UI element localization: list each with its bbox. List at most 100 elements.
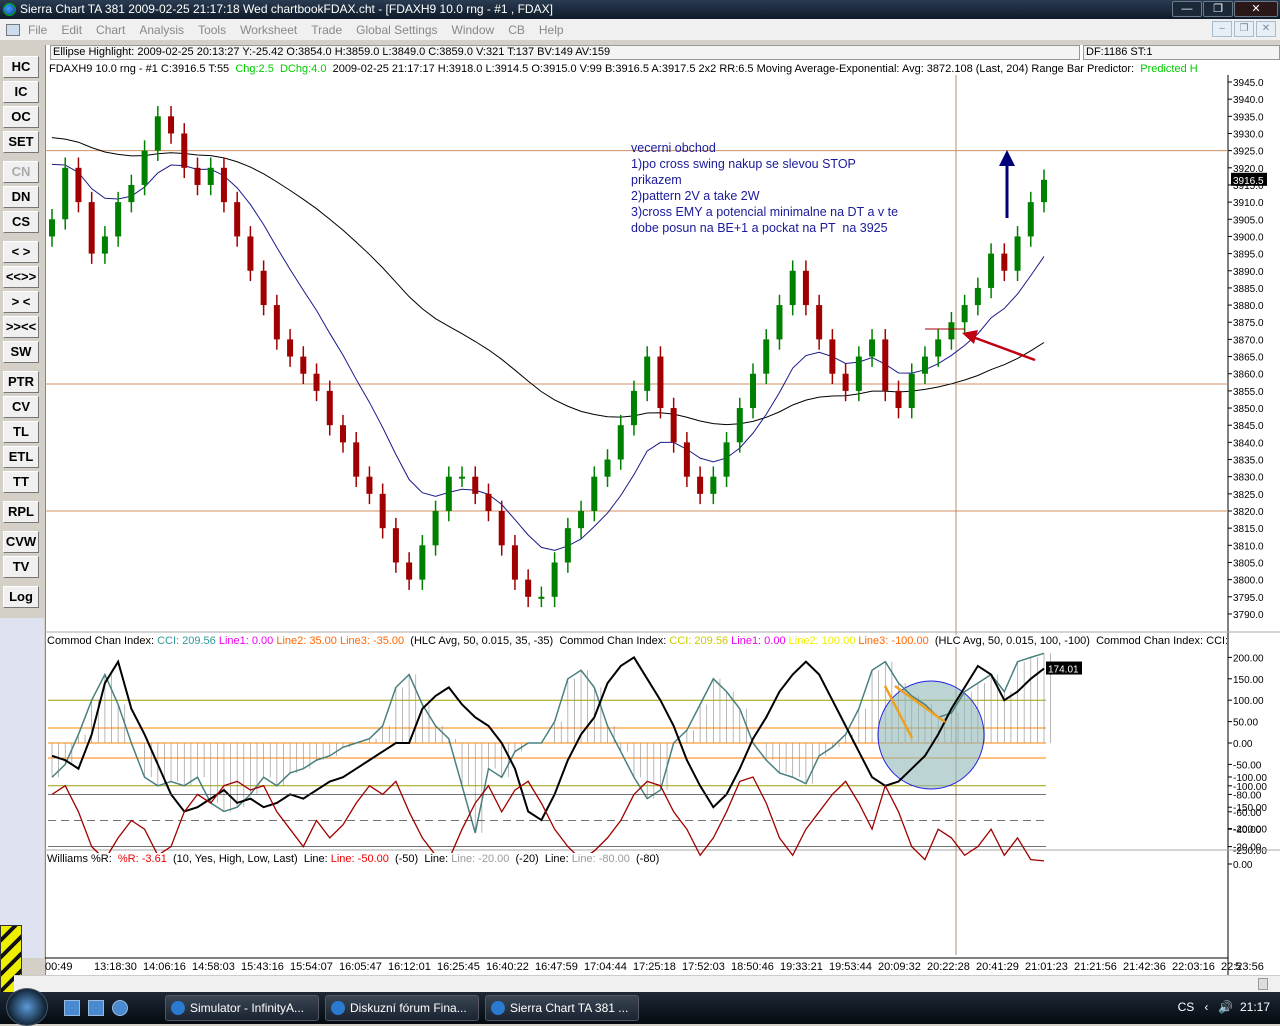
price-tick-label: 3855.0 <box>1233 387 1264 398</box>
price-tick-label: 3925.0 <box>1233 147 1264 158</box>
wr-line3: Line: -80.00 <box>571 853 630 865</box>
candle-body <box>564 528 571 563</box>
candle-body <box>1014 236 1021 271</box>
time-tick: 20:22:28 <box>927 961 970 973</box>
taskbar-label: Diskuzní fórum Fina... <box>350 1001 467 1015</box>
show-desktop-icon[interactable] <box>64 1000 80 1016</box>
switch-windows-icon[interactable] <box>88 1000 104 1016</box>
time-tick: 20:41:29 <box>976 961 1019 973</box>
taskbar-label: Sierra Chart TA 381 ... <box>510 1001 629 1015</box>
price-header: FDAXH9 10.0 rng - #1 C:3916.5 T:55 Chg:2… <box>49 63 1198 75</box>
williams-header: Williams %R: %R: -3.61 (10, Yes, High, L… <box>47 853 660 865</box>
wr-line2: Line: -20.00 <box>451 853 510 865</box>
wr-value: %R: -3.61 <box>117 853 167 865</box>
candle-body <box>472 476 479 494</box>
candle-body <box>511 545 518 580</box>
price-tick-label: 3815.0 <box>1233 524 1264 535</box>
candle-body <box>776 305 783 340</box>
candle-body <box>247 236 254 271</box>
price-tick-label: 3800.0 <box>1233 576 1264 587</box>
candle-body <box>974 287 981 306</box>
taskbar-item-forum[interactable]: Diskuzní fórum Fina... <box>325 995 479 1021</box>
cci-tick-label: -50.00 <box>1233 760 1262 771</box>
candle-body <box>657 356 664 409</box>
horizontal-scrollbar[interactable] <box>14 975 1280 992</box>
candle-body <box>1027 202 1034 237</box>
cci2-line2: Line2: 100.00 <box>788 635 856 647</box>
wr-tick-label: -80.00 <box>1233 790 1262 801</box>
candle-body <box>432 511 439 546</box>
price-tick-label: 3805.0 <box>1233 558 1264 569</box>
time-tick: 00:49 <box>45 961 73 973</box>
language-indicator[interactable]: CS <box>1178 1000 1195 1014</box>
wr-line-label: Line: <box>303 853 328 865</box>
candle-body <box>300 356 307 374</box>
tray-expand-icon[interactable]: ‹ <box>1204 1000 1208 1014</box>
candle-body <box>326 390 333 426</box>
globe-icon <box>491 1001 505 1015</box>
candle-body <box>115 202 122 237</box>
wr-title: Williams %R: <box>47 853 112 865</box>
candle-body <box>75 167 82 203</box>
time-tick: 21:42:36 <box>1123 961 1166 973</box>
candle-body <box>551 562 558 597</box>
wr-tick-label: 0.00 <box>1233 860 1253 871</box>
candle-body <box>591 476 598 511</box>
time-tick: 15:43:16 <box>241 961 284 973</box>
cci-tick-label: 150.00 <box>1233 675 1264 686</box>
williams-r-line <box>51 776 1045 862</box>
candle-body <box>948 322 955 340</box>
taskbar: Simulator - InfinityA... Diskuzní fórum … <box>0 988 1280 1026</box>
candle-body <box>697 476 704 494</box>
candle-body <box>207 167 214 185</box>
volume-icon[interactable]: 🔊 <box>1218 1000 1233 1014</box>
wr-tick-label: -40.00 <box>1233 825 1262 836</box>
change-value: Chg:2.5 <box>235 63 274 75</box>
price-tick-label: 3905.0 <box>1233 215 1264 226</box>
wr-line-label: Line: <box>424 853 449 865</box>
price-tick-label: 3820.0 <box>1233 507 1264 518</box>
candle-body <box>234 202 241 237</box>
price-tick-label: 3790.0 <box>1233 610 1264 621</box>
daily-change-value: DChg:4.0 <box>279 63 327 75</box>
cci-tick-label: 0.00 <box>1233 739 1253 750</box>
candle-body <box>895 390 902 409</box>
start-button[interactable] <box>6 988 48 1026</box>
time-tick: 16:12:01 <box>388 961 431 973</box>
price-tick-label: 3910.0 <box>1233 198 1264 209</box>
taskbar-item-simulator[interactable]: Simulator - InfinityA... <box>165 995 319 1021</box>
scrollbar-thumb[interactable] <box>1258 978 1268 990</box>
taskbar-item-sierra[interactable]: Sierra Chart TA 381 ... <box>485 995 639 1021</box>
cci-value: CCI: 209.56 <box>157 635 216 647</box>
time-tick: 22:03:16 <box>1172 961 1215 973</box>
candle-body <box>921 356 928 374</box>
candle-body <box>313 373 320 391</box>
candle-body <box>723 442 730 477</box>
price-tick-label: 3860.0 <box>1233 370 1264 381</box>
candle-body <box>220 167 227 203</box>
trade-note-annotation[interactable]: vecerni obchod 1)po cross swing nakup se… <box>631 140 898 236</box>
symbol-info: FDAXH9 10.0 rng - #1 C:3916.5 T:55 <box>49 63 230 75</box>
price-tick-label: 3825.0 <box>1233 490 1264 501</box>
price-tick-label: 3865.0 <box>1233 353 1264 364</box>
clock[interactable]: 21:17 <box>1240 1000 1270 1014</box>
candle-body <box>485 493 492 511</box>
candle-body <box>763 339 770 374</box>
price-tick-label: 3935.0 <box>1233 112 1264 123</box>
candle-body <box>882 339 889 391</box>
candle-body <box>392 528 399 563</box>
price-tick-label: 3840.0 <box>1233 438 1264 449</box>
price-tick-label: 3895.0 <box>1233 250 1264 261</box>
candle-body <box>419 545 426 580</box>
time-tick: 15:54:07 <box>290 961 333 973</box>
candle-body <box>273 305 280 340</box>
internet-explorer-icon <box>331 1001 345 1015</box>
time-tick: 21:01:23 <box>1025 961 1068 973</box>
time-tick: 16:47:59 <box>535 961 578 973</box>
candle-body <box>62 167 69 220</box>
wr-tick-label: -20.00 <box>1233 843 1262 854</box>
candle-body <box>181 133 188 168</box>
time-tick: 14:06:16 <box>143 961 186 973</box>
internet-explorer-icon[interactable] <box>112 1000 128 1016</box>
time-tick: 21:21:56 <box>1074 961 1117 973</box>
